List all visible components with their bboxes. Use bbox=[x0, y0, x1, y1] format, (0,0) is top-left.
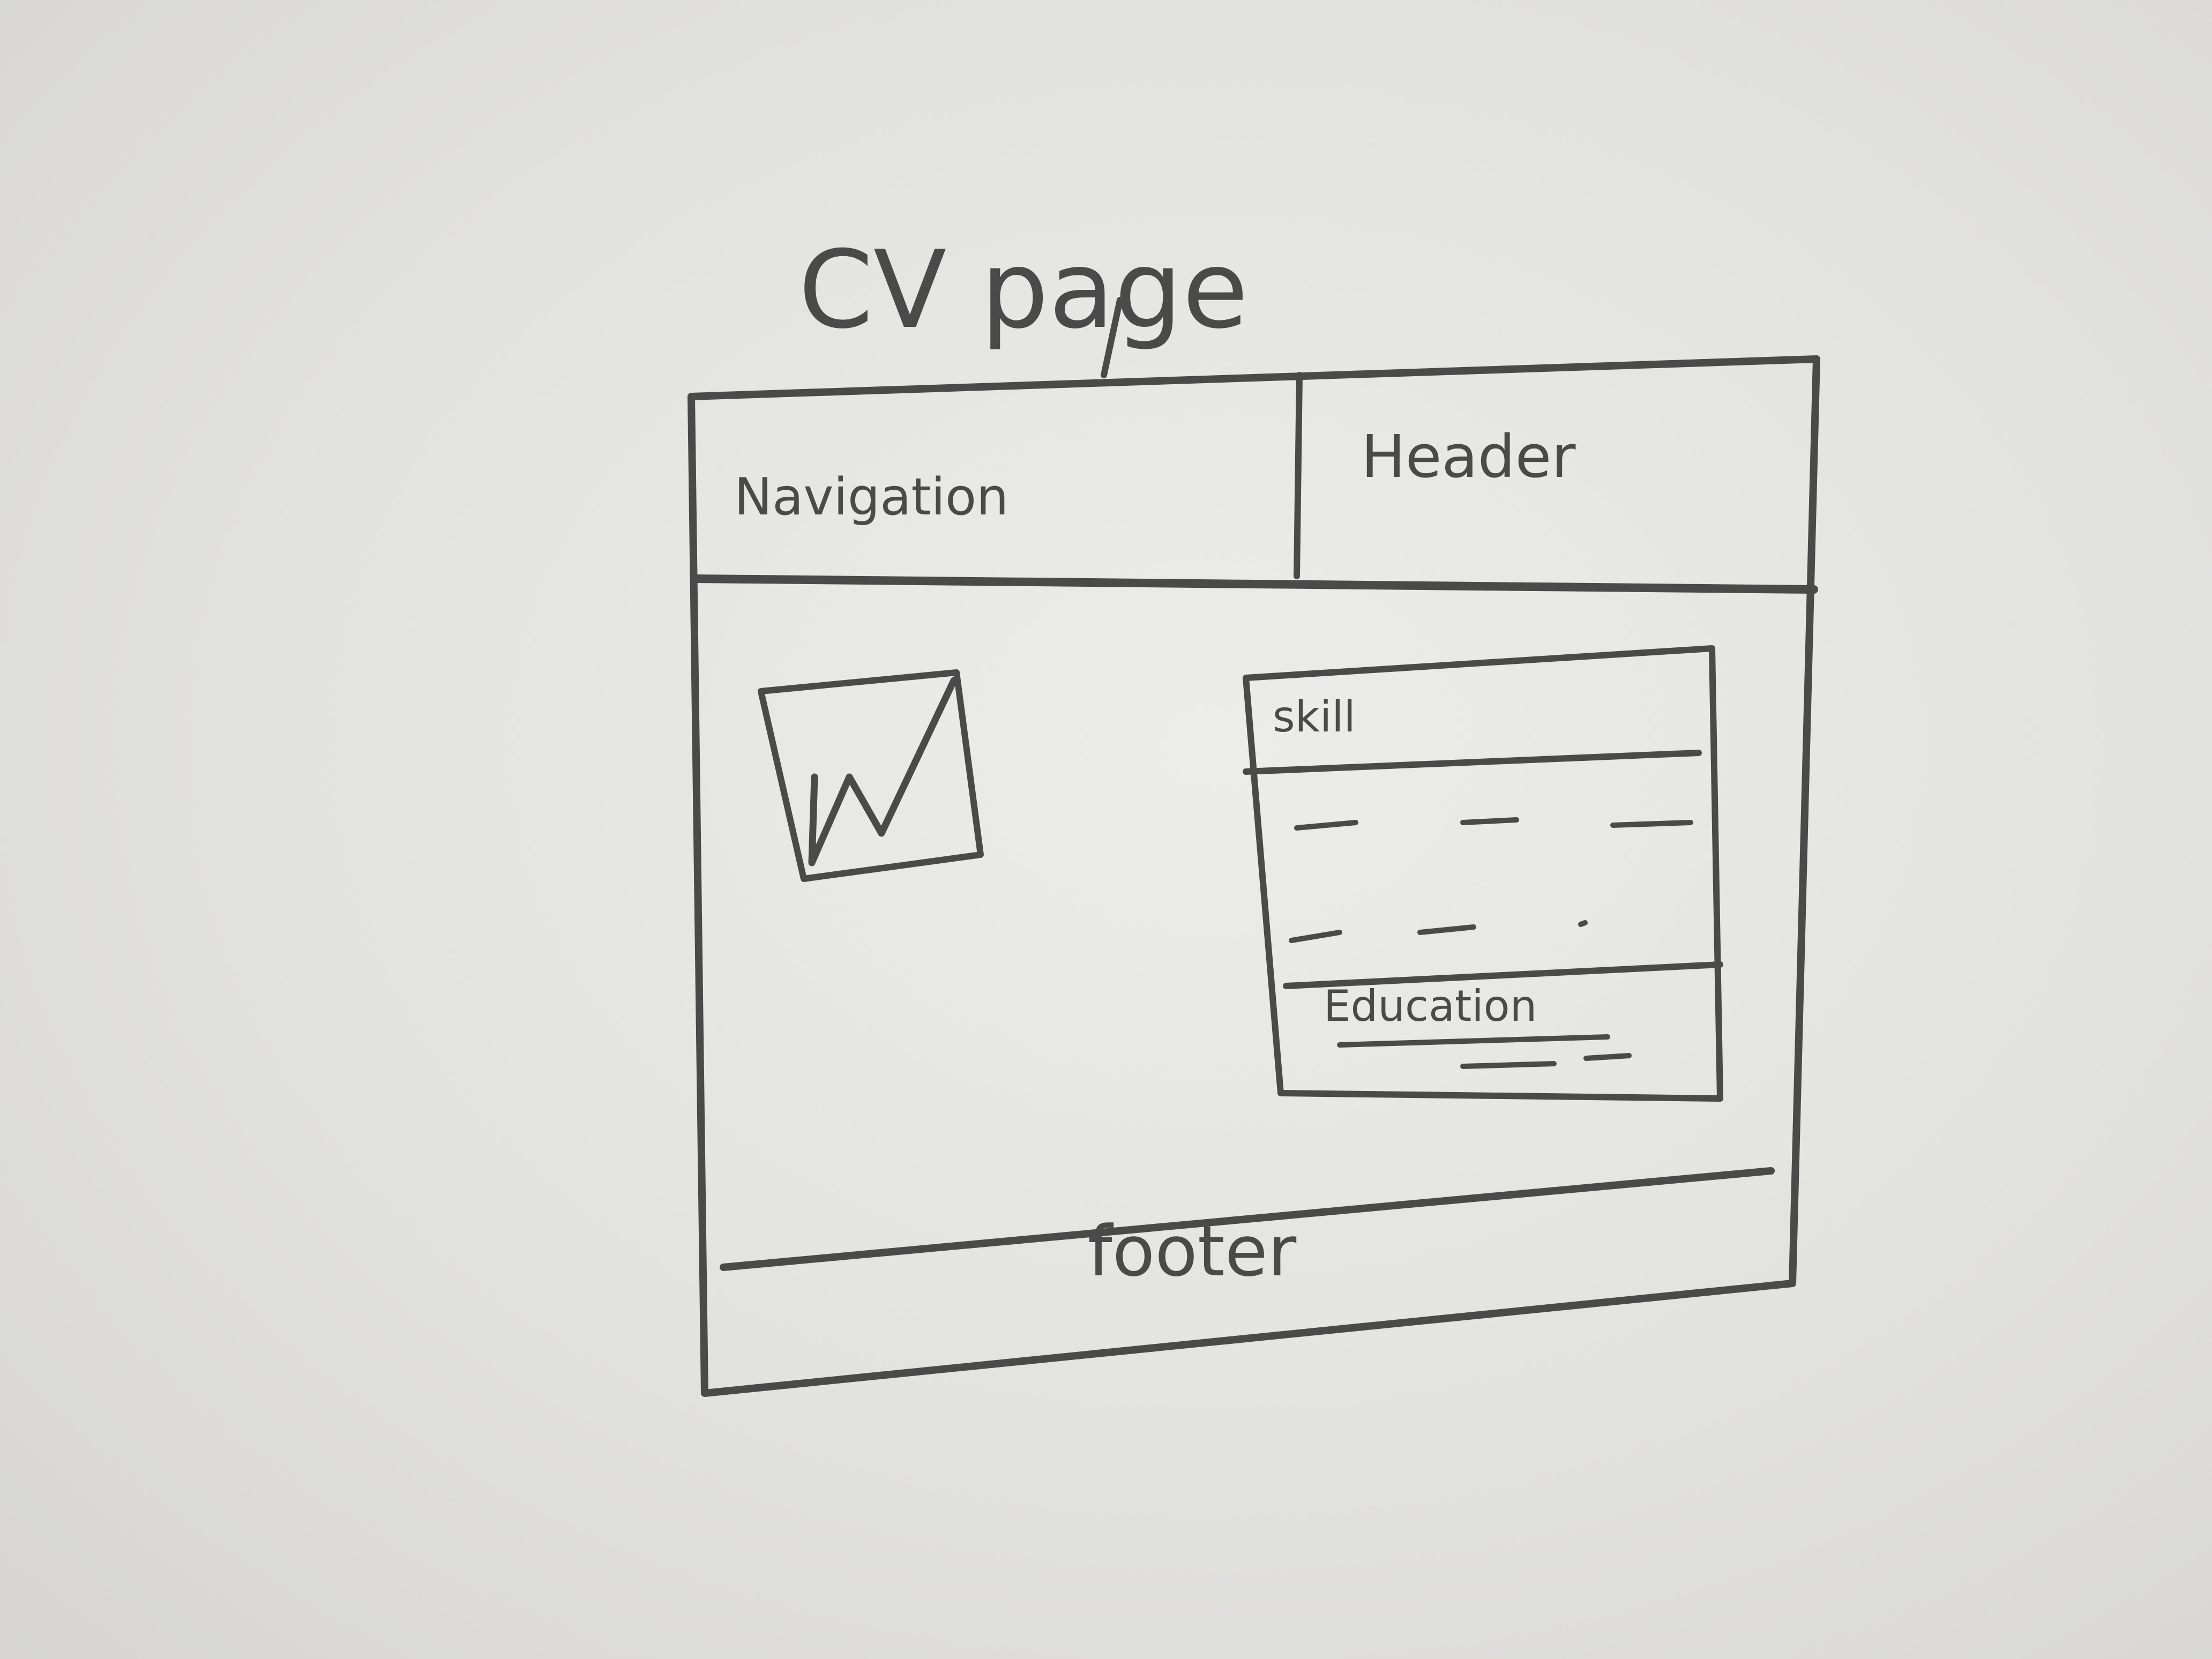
skill-content-lines bbox=[1289, 817, 1693, 943]
education-label: Education bbox=[1324, 981, 1537, 1031]
skill-underline bbox=[1243, 750, 1702, 775]
navigation-label: Navigation bbox=[734, 468, 1008, 527]
education-content-lines bbox=[1337, 1034, 1632, 1069]
chart-image-icon bbox=[758, 669, 984, 882]
sketch-title: CV page bbox=[798, 228, 1249, 353]
skill-label: skill bbox=[1273, 692, 1356, 742]
nav-header-divider bbox=[1294, 372, 1303, 579]
top-divider bbox=[692, 574, 1818, 594]
header-label: Header bbox=[1361, 422, 1576, 491]
footer-label: footer bbox=[1088, 1210, 1297, 1292]
wireframe-sketch: CV page Navigation Header skill Educatio… bbox=[687, 228, 1820, 1397]
